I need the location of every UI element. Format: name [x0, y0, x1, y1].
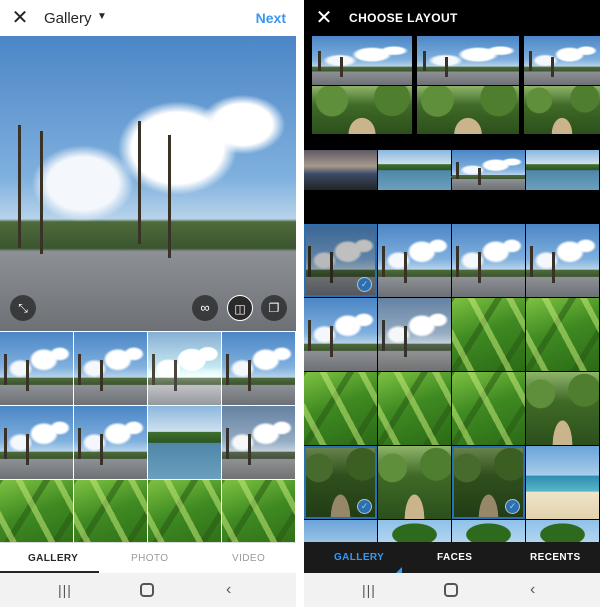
photo-thumbnail[interactable]	[0, 332, 73, 405]
photo-thumbnail[interactable]	[378, 298, 451, 371]
expand-icon[interactable]: ⤡	[10, 295, 36, 321]
photo-thumbnail[interactable]	[148, 480, 221, 542]
photo-thumbnail[interactable]	[304, 372, 377, 445]
photo-grid: ✓ ✓ ✓	[304, 150, 600, 542]
boomerang-icon[interactable]: ∞	[192, 295, 218, 321]
checkmark-icon: ✓	[357, 499, 372, 514]
photo-thumbnail[interactable]	[526, 520, 599, 542]
photo-thumbnail[interactable]	[526, 446, 599, 519]
photo-thumbnail[interactable]	[452, 298, 525, 371]
photo-thumbnail[interactable]	[378, 224, 451, 297]
gallery-title[interactable]: Gallery	[44, 10, 92, 27]
checkmark-icon: ✓	[357, 277, 372, 292]
top-bar: ✕ CHOOSE LAYOUT	[304, 0, 600, 36]
photo-thumbnail[interactable]	[378, 150, 451, 190]
layout-cell	[312, 85, 412, 134]
photo-grid	[0, 332, 296, 542]
tab-recents[interactable]: RECENTS	[530, 552, 581, 563]
tab-gallery[interactable]: GALLERY	[334, 552, 384, 563]
photo-thumbnail[interactable]	[378, 520, 451, 542]
photo-thumbnail[interactable]	[74, 480, 147, 542]
tab-video[interactable]: VIDEO	[232, 553, 265, 564]
checkmark-icon: ✓	[505, 499, 520, 514]
gallery-screen: ✕ Gallery ▼ Next ⤡ ∞ ◫ ❐ GALLERY PHOTO V…	[0, 0, 296, 607]
photo-thumbnail[interactable]	[304, 150, 377, 190]
layout-cell	[417, 85, 519, 134]
photo-thumbnail[interactable]	[148, 406, 221, 479]
photo-thumbnail[interactable]	[222, 332, 295, 405]
photo-thumbnail[interactable]	[0, 480, 73, 542]
photo-thumbnail[interactable]	[304, 520, 377, 542]
photo-thumbnail[interactable]	[452, 224, 525, 297]
layout-cell	[524, 85, 600, 134]
system-nav-bar: ||| ‹	[0, 573, 296, 607]
home-icon[interactable]	[444, 583, 458, 597]
photo-thumbnail[interactable]: ✓	[304, 224, 377, 297]
system-nav-bar: ||| ‹	[304, 573, 600, 607]
select-multiple-icon[interactable]: ❐	[261, 295, 287, 321]
layout-option[interactable]	[524, 36, 600, 134]
back-icon[interactable]: ‹	[530, 582, 535, 598]
layout-cell	[524, 36, 600, 85]
recent-apps-icon[interactable]: |||	[58, 582, 72, 598]
layout-options	[304, 36, 600, 178]
photo-thumbnail[interactable]	[452, 150, 525, 190]
choose-layout-title: CHOOSE LAYOUT	[349, 11, 458, 25]
source-tabs: GALLERY PHOTO VIDEO	[0, 542, 296, 573]
photo-thumbnail[interactable]: ✓	[452, 446, 525, 519]
home-icon[interactable]	[140, 583, 154, 597]
photo-thumbnail[interactable]	[452, 372, 525, 445]
photo-thumbnail[interactable]	[526, 372, 599, 445]
tab-photo[interactable]: PHOTO	[131, 553, 168, 564]
source-tabs: GALLERY FACES RECENTS	[304, 542, 600, 573]
back-icon[interactable]: ‹	[226, 582, 231, 598]
dropdown-caret-icon[interactable]: ▼	[97, 11, 107, 22]
photo-thumbnail[interactable]	[74, 406, 147, 479]
choose-layout-screen: ✕ CHOOSE LAYOUT ✓ ✓ ✓ GALLERY FACES RECE…	[304, 0, 600, 607]
photo-thumbnail[interactable]	[378, 372, 451, 445]
layout-icon[interactable]: ◫	[227, 295, 253, 321]
photo-thumbnail[interactable]	[0, 406, 73, 479]
photo-thumbnail[interactable]	[148, 332, 221, 405]
layout-cell	[417, 36, 519, 85]
layout-cell	[312, 36, 412, 85]
photo-thumbnail[interactable]	[526, 150, 599, 190]
recent-apps-icon[interactable]: |||	[362, 582, 376, 598]
preview-image[interactable]: ⤡ ∞ ◫ ❐	[0, 36, 296, 331]
close-icon[interactable]: ✕	[314, 8, 334, 28]
top-bar: ✕ Gallery ▼ Next	[0, 0, 296, 36]
photo-thumbnail[interactable]	[378, 446, 451, 519]
photo-thumbnail[interactable]	[74, 332, 147, 405]
tab-gallery[interactable]: GALLERY	[28, 553, 78, 564]
next-button[interactable]: Next	[256, 10, 286, 26]
tab-faces[interactable]: FACES	[437, 552, 472, 563]
layout-option[interactable]	[417, 36, 519, 134]
photo-thumbnail[interactable]	[526, 224, 599, 297]
photo-thumbnail[interactable]	[526, 298, 599, 371]
photo-thumbnail[interactable]	[222, 406, 295, 479]
photo-thumbnail[interactable]: ✓	[304, 446, 377, 519]
photo-thumbnail[interactable]	[452, 520, 525, 542]
photo-thumbnail[interactable]	[222, 480, 295, 542]
close-icon[interactable]: ✕	[10, 8, 30, 28]
photo-thumbnail[interactable]	[304, 298, 377, 371]
layout-option[interactable]	[312, 36, 412, 134]
